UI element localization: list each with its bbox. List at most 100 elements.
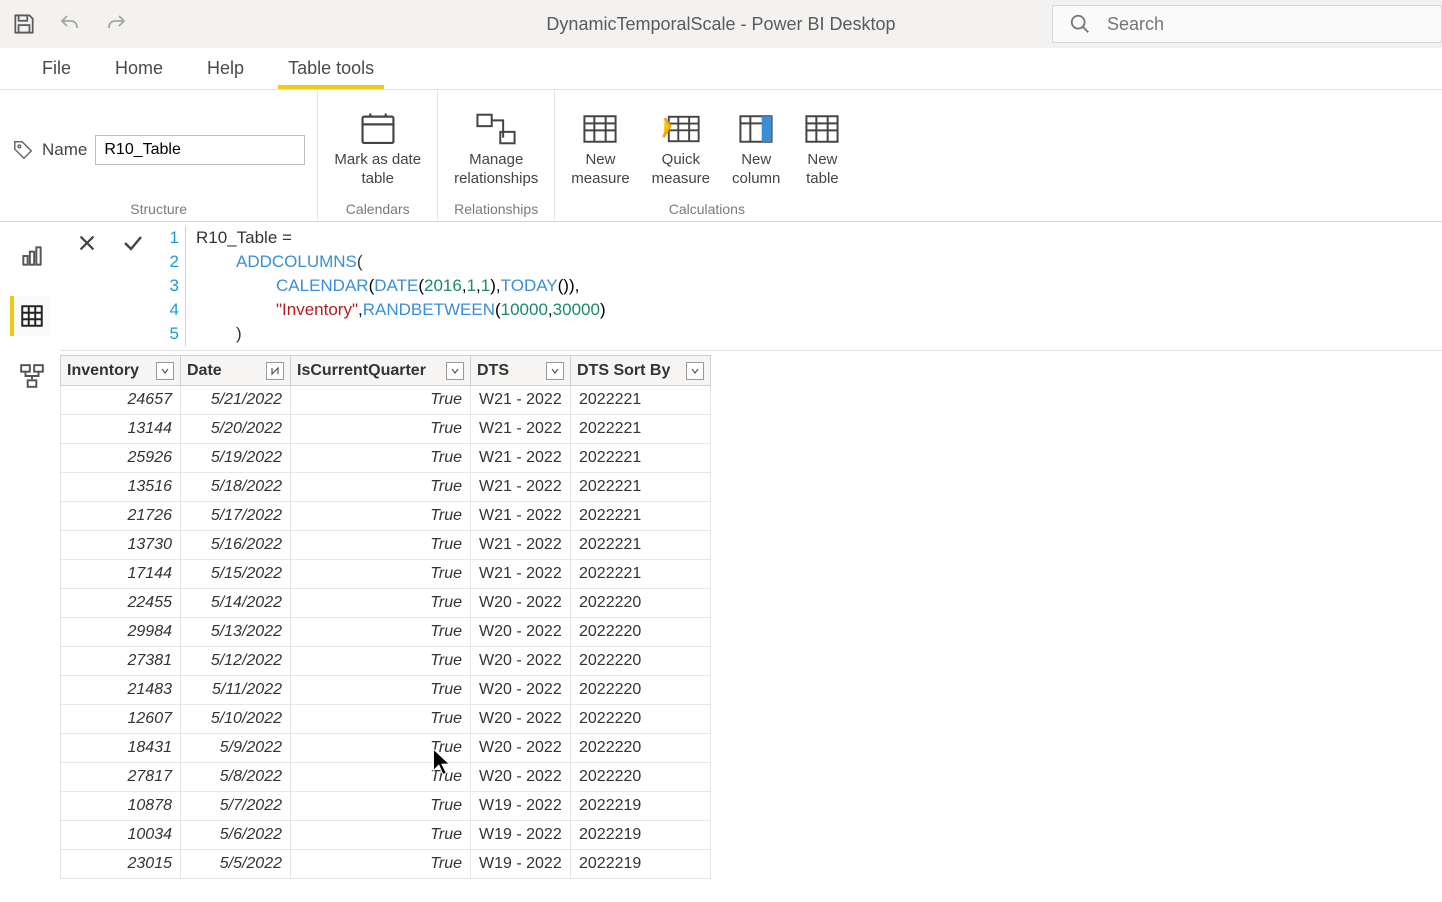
cell[interactable]: 2022220 [571, 589, 711, 618]
cell[interactable]: W19 - 2022 [471, 792, 571, 821]
cell[interactable]: 5/13/2022 [181, 618, 291, 647]
cell[interactable]: 2022221 [571, 415, 711, 444]
cell[interactable]: 5/16/2022 [181, 531, 291, 560]
cell[interactable]: W21 - 2022 [471, 415, 571, 444]
table-row[interactable]: 230155/5/2022TrueW19 - 20222022219 [61, 850, 711, 879]
cell[interactable]: 5/10/2022 [181, 705, 291, 734]
quick-measure-button[interactable]: Quick measure [648, 109, 714, 191]
cell[interactable]: True [291, 386, 471, 415]
table-name-field[interactable]: Name [12, 135, 305, 165]
cell[interactable]: True [291, 647, 471, 676]
cell[interactable]: 5/15/2022 [181, 560, 291, 589]
cell[interactable]: W20 - 2022 [471, 763, 571, 792]
table-row[interactable]: 224555/14/2022TrueW20 - 20222022220 [61, 589, 711, 618]
cell[interactable]: 27381 [61, 647, 181, 676]
tab-home[interactable]: Home [93, 50, 185, 89]
cell[interactable]: 2022219 [571, 850, 711, 879]
cell[interactable]: W21 - 2022 [471, 473, 571, 502]
mark-as-date-table-button[interactable]: Mark as date table [330, 109, 425, 191]
undo-icon[interactable] [56, 10, 84, 38]
cell[interactable]: 13516 [61, 473, 181, 502]
new-column-button[interactable]: New column [728, 109, 784, 191]
search-input[interactable] [1107, 14, 1425, 35]
tab-help[interactable]: Help [185, 50, 266, 89]
cell[interactable]: 2022221 [571, 473, 711, 502]
manage-relationships-button[interactable]: Manage relationships [450, 109, 542, 191]
cell[interactable]: 5/8/2022 [181, 763, 291, 792]
cell[interactable]: 5/6/2022 [181, 821, 291, 850]
cell[interactable]: 21483 [61, 676, 181, 705]
redo-icon[interactable] [102, 10, 130, 38]
new-measure-button[interactable]: New measure [567, 109, 633, 191]
filter-dropdown-icon[interactable] [686, 362, 704, 380]
tab-file[interactable]: File [20, 50, 93, 89]
cell[interactable]: 2022221 [571, 444, 711, 473]
report-view-button[interactable] [10, 236, 50, 276]
column-header[interactable]: IsCurrentQuarter [291, 356, 471, 386]
cancel-formula-button[interactable] [70, 226, 104, 260]
table-row[interactable]: 135165/18/2022TrueW21 - 20222022221 [61, 473, 711, 502]
table-row[interactable]: 217265/17/2022TrueW21 - 20222022221 [61, 502, 711, 531]
cell[interactable]: 5/14/2022 [181, 589, 291, 618]
cell[interactable]: 10034 [61, 821, 181, 850]
cell[interactable]: 5/12/2022 [181, 647, 291, 676]
cell[interactable]: W20 - 2022 [471, 676, 571, 705]
table-row[interactable]: 100345/6/2022TrueW19 - 20222022219 [61, 821, 711, 850]
cell[interactable]: W21 - 2022 [471, 560, 571, 589]
cell[interactable]: 5/18/2022 [181, 473, 291, 502]
data-view-button[interactable] [10, 296, 50, 336]
table-row[interactable]: 299845/13/2022TrueW20 - 20222022220 [61, 618, 711, 647]
cell[interactable]: W21 - 2022 [471, 444, 571, 473]
cell[interactable]: 5/20/2022 [181, 415, 291, 444]
cell[interactable]: 5/11/2022 [181, 676, 291, 705]
table-name-input[interactable] [95, 135, 305, 165]
cell[interactable]: 29984 [61, 618, 181, 647]
cell[interactable]: True [291, 676, 471, 705]
cell[interactable]: 2022221 [571, 386, 711, 415]
cell[interactable]: W20 - 2022 [471, 589, 571, 618]
column-header[interactable]: DTS [471, 356, 571, 386]
cell[interactable]: 2022220 [571, 618, 711, 647]
cell[interactable]: 2022220 [571, 676, 711, 705]
cell[interactable]: 5/9/2022 [181, 734, 291, 763]
cell[interactable]: True [291, 502, 471, 531]
cell[interactable]: True [291, 618, 471, 647]
cell[interactable]: 2022221 [571, 531, 711, 560]
cell[interactable]: 2022221 [571, 502, 711, 531]
cell[interactable]: 5/19/2022 [181, 444, 291, 473]
cell[interactable]: True [291, 734, 471, 763]
table-row[interactable]: 108785/7/2022TrueW19 - 20222022219 [61, 792, 711, 821]
filter-dropdown-icon[interactable] [266, 362, 284, 380]
cell[interactable]: 13730 [61, 531, 181, 560]
cell[interactable]: True [291, 560, 471, 589]
formula-editor[interactable]: 1R10_Table = 2ADDCOLUMNS( 3CALENDAR(DATE… [162, 226, 1432, 346]
data-table[interactable]: InventoryDateIsCurrentQuarterDTSDTS Sort… [60, 355, 711, 879]
table-row[interactable]: 126075/10/2022TrueW20 - 20222022220 [61, 705, 711, 734]
cell[interactable]: W21 - 2022 [471, 502, 571, 531]
cell[interactable]: True [291, 415, 471, 444]
cell[interactable]: 2022219 [571, 821, 711, 850]
cell[interactable]: 12607 [61, 705, 181, 734]
cell[interactable]: True [291, 850, 471, 879]
cell[interactable]: W20 - 2022 [471, 734, 571, 763]
cell[interactable]: 23015 [61, 850, 181, 879]
cell[interactable]: W19 - 2022 [471, 850, 571, 879]
filter-dropdown-icon[interactable] [156, 362, 174, 380]
cell[interactable]: 22455 [61, 589, 181, 618]
cell[interactable]: True [291, 531, 471, 560]
column-header[interactable]: Inventory [61, 356, 181, 386]
cell[interactable]: True [291, 444, 471, 473]
cell[interactable]: 2022219 [571, 792, 711, 821]
cell[interactable]: 2022220 [571, 734, 711, 763]
table-row[interactable]: 273815/12/2022TrueW20 - 20222022220 [61, 647, 711, 676]
cell[interactable]: W19 - 2022 [471, 821, 571, 850]
cell[interactable]: 10878 [61, 792, 181, 821]
cell[interactable]: 5/21/2022 [181, 386, 291, 415]
new-table-button[interactable]: New table [798, 109, 846, 191]
cell[interactable]: 18431 [61, 734, 181, 763]
cell[interactable]: 21726 [61, 502, 181, 531]
cell[interactable]: True [291, 705, 471, 734]
table-row[interactable]: 278175/8/2022TrueW20 - 20222022220 [61, 763, 711, 792]
cell[interactable]: 5/5/2022 [181, 850, 291, 879]
column-header[interactable]: Date [181, 356, 291, 386]
